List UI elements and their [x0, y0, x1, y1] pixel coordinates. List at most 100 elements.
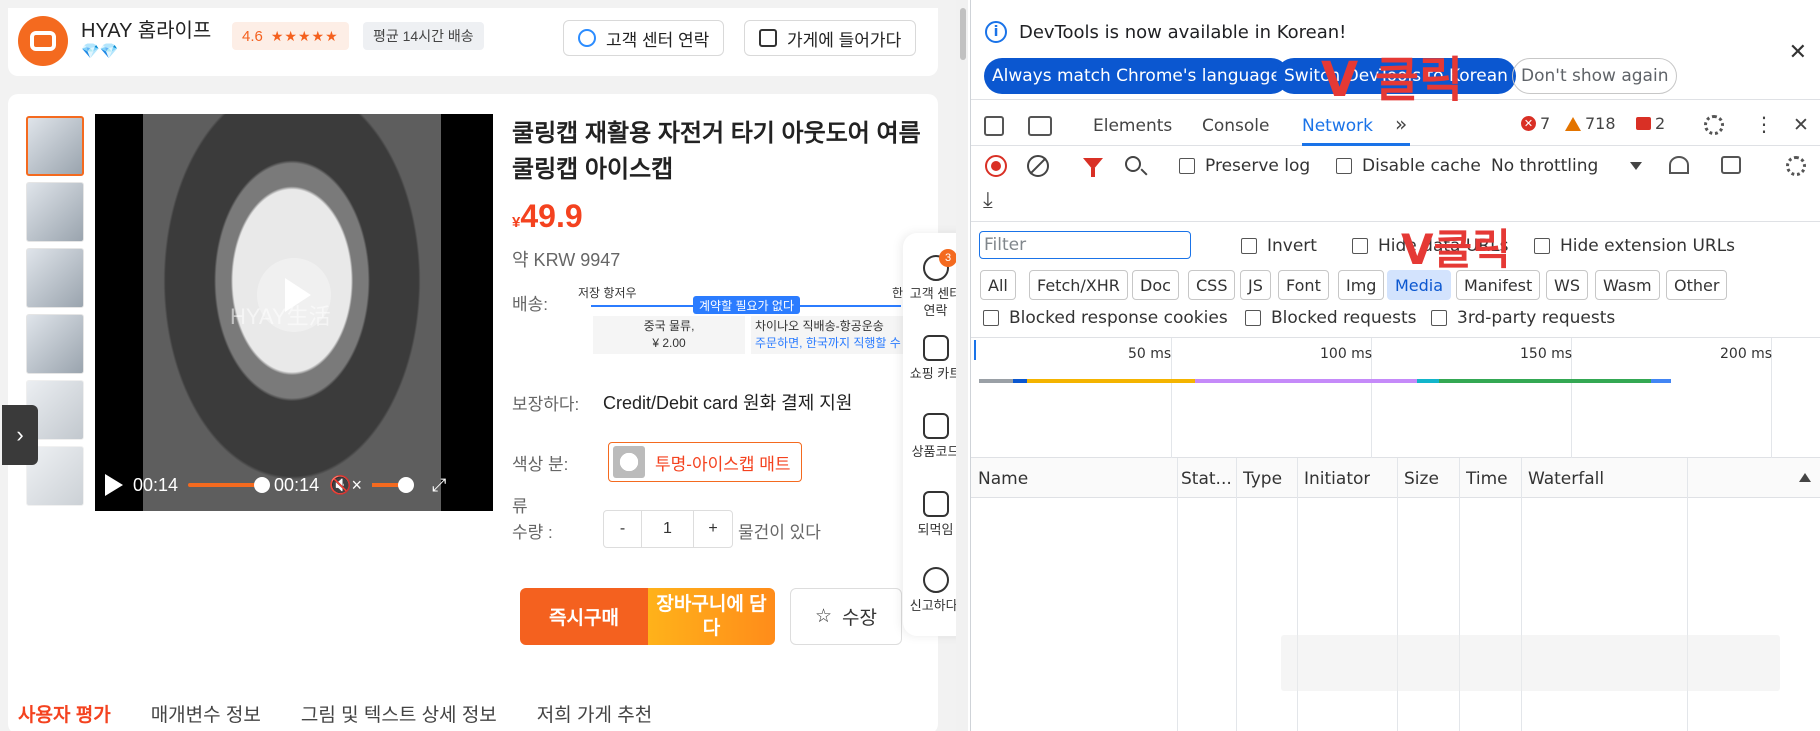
play-overlay-icon[interactable]	[257, 258, 331, 332]
upload-icon[interactable]	[1721, 156, 1741, 174]
warning-counter[interactable]: 718	[1565, 114, 1616, 133]
chip-all[interactable]: All	[980, 270, 1016, 300]
throttling-select[interactable]: No throttling	[1491, 156, 1598, 176]
device-toggle-icon[interactable]	[1028, 116, 1052, 136]
hide-extension-urls-checkbox[interactable]: Hide extension URLs	[1534, 236, 1735, 256]
third-party-checkbox[interactable]: 3rd-party requests	[1431, 308, 1615, 328]
qty-input[interactable]: 1	[642, 511, 694, 547]
issues-counter[interactable]: 2	[1636, 114, 1665, 133]
column-divider	[1236, 458, 1237, 731]
tab-params[interactable]: 매개변수 정보	[151, 700, 261, 727]
qty-plus-button[interactable]: +	[694, 511, 732, 547]
color-option[interactable]: 투명-아이스캡 매트	[608, 442, 802, 482]
thumbnail[interactable]	[26, 116, 84, 176]
network-settings-icon[interactable]	[1786, 156, 1806, 176]
price-krw: 약 KRW 9947	[512, 250, 621, 270]
col-status[interactable]: Stat...	[1181, 469, 1233, 489]
settings-gear-icon[interactable]	[1704, 115, 1724, 135]
page-scroll-thumb[interactable]	[960, 8, 966, 60]
play-icon[interactable]	[105, 474, 123, 496]
contact-service-button[interactable]: 고객 센터 연락	[563, 20, 725, 56]
shop-logo[interactable]	[18, 16, 68, 66]
thumbnail[interactable]	[26, 182, 84, 242]
kebab-menu-icon[interactable]: ⋮	[1754, 112, 1774, 136]
sort-ascending-icon[interactable]	[1799, 473, 1811, 482]
match-language-button[interactable]: Always match Chrome's language	[984, 58, 1289, 94]
filter-bar: Filter Invert Hide data URLs Hide extens…	[971, 222, 1820, 338]
col-time[interactable]: Time	[1466, 469, 1508, 489]
annotation-v-click: V 클릭	[1321, 52, 1464, 108]
checkbox[interactable]	[1534, 238, 1550, 254]
search-icon[interactable]	[1125, 156, 1141, 172]
guarantee-value: Credit/Debit card 원화 결제 지원	[603, 393, 853, 413]
checkbox[interactable]	[1431, 310, 1447, 326]
tab-recommend[interactable]: 저희 가게 추천	[537, 700, 652, 727]
qty-minus-button[interactable]: -	[604, 511, 642, 547]
more-tabs-icon[interactable]: »	[1395, 112, 1407, 136]
chip-manifest[interactable]: Manifest	[1456, 270, 1541, 300]
thumbnail[interactable]	[26, 248, 84, 308]
video-current-time: 00:14	[133, 474, 179, 495]
disable-cache-checkbox[interactable]: Disable cache	[1336, 156, 1481, 176]
page-scrollbar[interactable]	[956, 0, 968, 731]
invert-checkbox[interactable]: Invert	[1241, 236, 1317, 256]
tab-console[interactable]: Console	[1202, 116, 1270, 136]
dont-show-button[interactable]: Don't show again	[1512, 58, 1678, 94]
chip-css[interactable]: CSS	[1188, 270, 1236, 300]
star-icon: ☆	[814, 606, 833, 627]
product-video[interactable]: HYAY生活 00:14 00:14 🔇× ⤢	[95, 114, 493, 511]
tab-elements[interactable]: Elements	[1093, 116, 1172, 136]
col-type[interactable]: Type	[1243, 469, 1282, 489]
chip-img[interactable]: Img	[1338, 270, 1385, 300]
col-name[interactable]: Name	[978, 469, 1028, 489]
thumbnail[interactable]	[26, 314, 84, 374]
tab-reviews[interactable]: 사용자 평가	[18, 700, 111, 727]
tab-network[interactable]: Network	[1302, 116, 1373, 136]
favorite-button[interactable]: ☆ 수장	[790, 588, 902, 645]
mute-icon[interactable]: 🔇×	[329, 475, 362, 496]
filter-funnel-icon[interactable]	[1083, 158, 1103, 177]
filter-input[interactable]: Filter	[979, 231, 1191, 259]
close-icon[interactable]: ✕	[1789, 40, 1807, 65]
chevron-right-icon[interactable]: ›	[2, 405, 38, 465]
clear-icon[interactable]	[1027, 155, 1049, 177]
download-icon[interactable]: ⤓	[983, 188, 993, 213]
shop-name[interactable]: HYAY 홈라이프	[81, 14, 211, 43]
network-conditions-icon[interactable]	[1669, 156, 1689, 174]
checkbox[interactable]	[1245, 310, 1261, 326]
checkbox[interactable]	[983, 310, 999, 326]
col-waterfall[interactable]: Waterfall	[1528, 469, 1604, 489]
error-counter[interactable]: ✕ 7	[1521, 114, 1550, 133]
chip-js[interactable]: JS	[1240, 270, 1271, 300]
chip-fetch-xhr[interactable]: Fetch/XHR	[1029, 270, 1128, 300]
checkbox[interactable]	[1179, 158, 1195, 174]
chip-media[interactable]: Media	[1387, 270, 1452, 300]
checkbox[interactable]	[1352, 238, 1368, 254]
checkbox[interactable]	[1336, 158, 1352, 174]
chip-wasm[interactable]: Wasm	[1595, 270, 1660, 300]
fullscreen-icon[interactable]: ⤢	[432, 475, 446, 496]
video-progress-bar[interactable]	[188, 477, 271, 493]
add-to-cart-button[interactable]: 장바구니에 담다	[648, 588, 775, 645]
chip-other[interactable]: Other	[1666, 270, 1728, 300]
network-overview-timeline[interactable]: 50 ms 100 ms 150 ms 200 ms	[971, 338, 1820, 458]
buy-now-button[interactable]: 즉시구매	[520, 588, 648, 645]
network-toolbar: Preserve log Disable cache No throttling…	[971, 146, 1820, 222]
chip-ws[interactable]: WS	[1546, 270, 1588, 300]
chip-font[interactable]: Font	[1278, 270, 1329, 300]
record-icon[interactable]	[985, 155, 1007, 177]
col-initiator[interactable]: Initiator	[1304, 469, 1370, 489]
hide-extension-urls-label: Hide extension URLs	[1560, 236, 1736, 256]
tab-details[interactable]: 그림 및 텍스트 상세 정보	[301, 700, 497, 727]
chip-doc[interactable]: Doc	[1132, 270, 1179, 300]
enter-store-button[interactable]: 가게에 들어가다	[744, 20, 917, 56]
blocked-cookies-checkbox[interactable]: Blocked response cookies	[983, 308, 1228, 328]
close-devtools-icon[interactable]: ✕	[1793, 114, 1809, 136]
inspect-icon[interactable]	[984, 116, 1004, 136]
preserve-log-checkbox[interactable]: Preserve log	[1179, 156, 1310, 176]
col-size[interactable]: Size	[1404, 469, 1439, 489]
blocked-requests-checkbox[interactable]: Blocked requests	[1245, 308, 1417, 328]
chevron-down-icon[interactable]	[1630, 162, 1642, 170]
volume-slider[interactable]	[372, 477, 415, 493]
checkbox[interactable]	[1241, 238, 1257, 254]
